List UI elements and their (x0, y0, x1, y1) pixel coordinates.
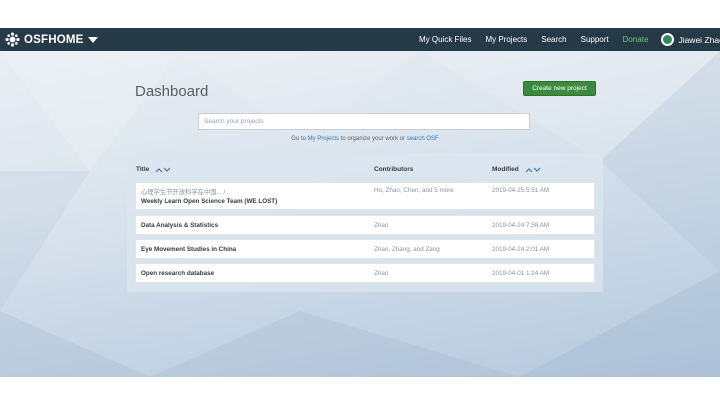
search-projects-input[interactable] (198, 113, 530, 130)
nav-my-quick-files[interactable]: My Quick Files (419, 35, 471, 44)
avatar (661, 33, 675, 46)
dashboard-content: Dashboard Create new project Go to My Pr… (0, 51, 720, 377)
caret-down-icon (87, 37, 98, 43)
user-name: Jiawei Zhao (678, 34, 720, 45)
project-contributors: Zhao (374, 222, 389, 229)
screen: OSF HOME My Quick Files My Projects Searc… (0, 28, 720, 377)
page-title: Dashboard (135, 83, 209, 100)
sort-title-icon[interactable] (155, 167, 171, 173)
column-title-label: Title (136, 166, 150, 173)
osf-logo-icon (5, 32, 20, 47)
brand-home-text: HOME (48, 33, 84, 46)
create-new-project-button[interactable]: Create new project (523, 81, 596, 96)
table-row[interactable]: Eye Movement Studies in China Zhao, Zhan… (135, 239, 595, 259)
project-contributors: Zhao, Zhang, and Zang (374, 246, 440, 253)
project-title-line1: 心理学生节开放科学在中国... / (141, 189, 226, 196)
project-modified: 2019-04-24 7:58 AM (492, 222, 550, 229)
column-contributors-label: Contributors (374, 166, 414, 173)
table-row[interactable]: Open research database Zhao 2019-04-01 1… (135, 263, 595, 283)
avatar-image (663, 35, 673, 44)
project-contributors: Hu, Zhao, Chen, and 5 more (374, 187, 454, 194)
nav-links: My Quick Files My Projects Search Suppor… (412, 28, 720, 51)
nav-support[interactable]: Support (581, 35, 609, 44)
column-modified-label: Modified (492, 166, 519, 173)
column-header-modified: Modified (492, 166, 541, 173)
my-projects-link[interactable]: My Projects (308, 136, 339, 142)
goto-hint: Go to My Projects to organize your work … (0, 136, 720, 142)
column-header-contributors: Contributors (374, 166, 413, 173)
nav-my-projects[interactable]: My Projects (485, 35, 527, 44)
project-title-line2[interactable]: Weekly Learn Open Science Team (WE LOST) (141, 198, 277, 205)
goto-middle-text: to organize your work or (338, 136, 407, 142)
nav-donate[interactable]: Donate (623, 35, 649, 44)
user-menu[interactable]: Jiawei Zhao (661, 33, 720, 46)
project-contributors: Zhao (374, 270, 389, 277)
nav-search[interactable]: Search (541, 35, 566, 44)
top-navbar: OSF HOME My Quick Files My Projects Searc… (0, 28, 720, 51)
brand-osf-text: OSF (24, 33, 49, 46)
goto-prefix-text: Go to (291, 136, 308, 142)
project-modified: 2019-04-24 2:01 AM (492, 246, 550, 253)
project-modified: 2019-04-25 5:51 AM (492, 187, 550, 194)
search-osf-link[interactable]: search OSF (407, 136, 439, 142)
sort-modified-icon[interactable] (525, 167, 541, 173)
osf-home-menu[interactable]: OSF HOME (5, 28, 98, 51)
project-title[interactable]: Eye Movement Studies in China (141, 246, 236, 253)
project-modified: 2019-04-01 1:24 AM (492, 270, 550, 277)
project-title[interactable]: Open research database (141, 270, 214, 277)
table-header: Title Contributors Modified (127, 153, 603, 181)
table-row[interactable]: Data Analysis & Statistics Zhao 2019-04-… (135, 215, 595, 235)
table-row[interactable]: 心理学生节开放科学在中国... / Weekly Learn Open Scie… (135, 182, 595, 210)
column-header-title: Title (136, 166, 171, 173)
project-title[interactable]: Data Analysis & Statistics (141, 222, 218, 229)
